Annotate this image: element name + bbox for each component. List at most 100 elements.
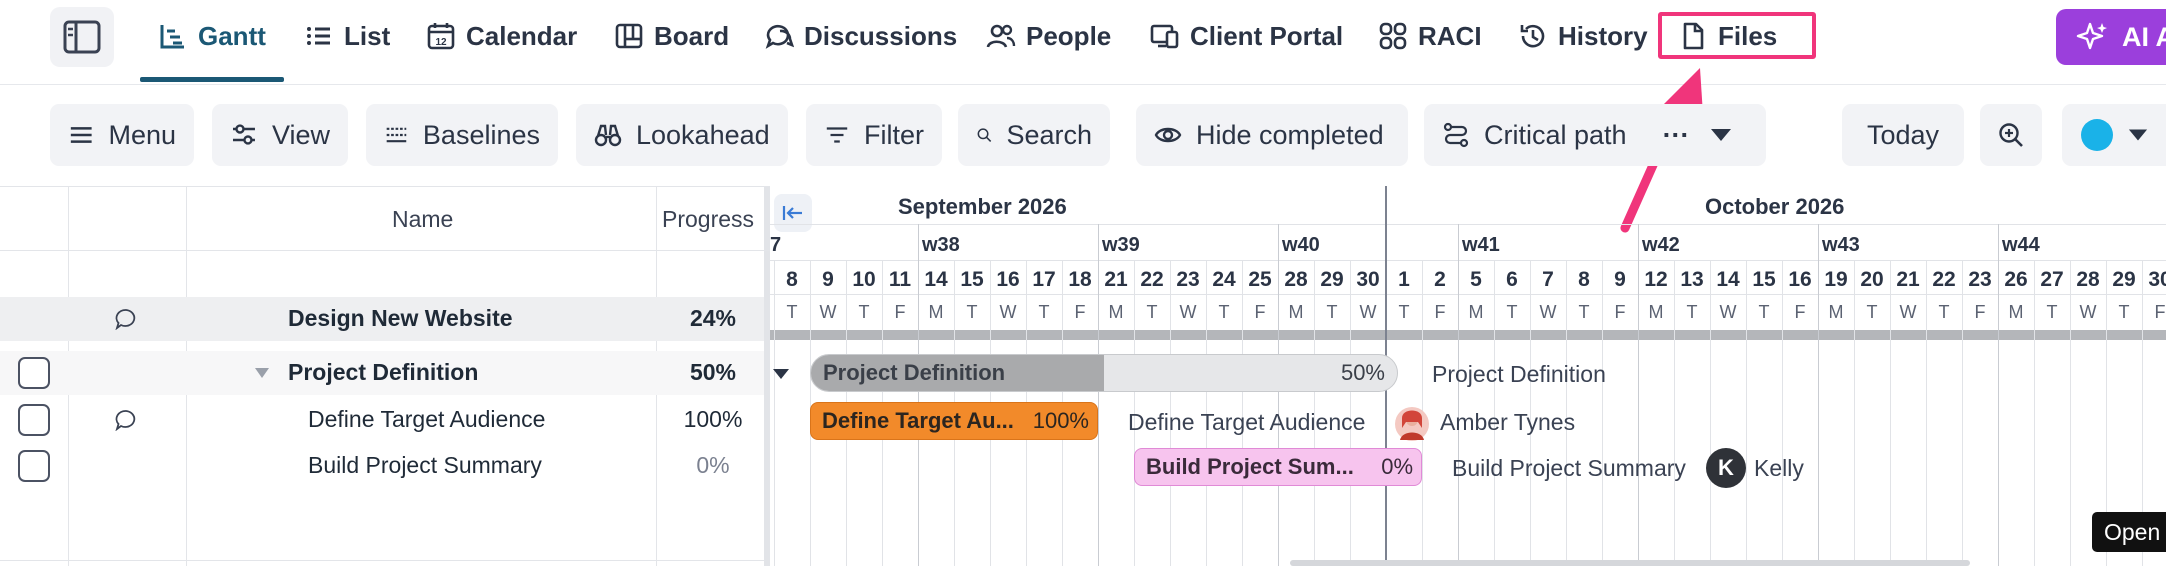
- week-label: w43: [1822, 234, 1860, 256]
- row-checkbox[interactable]: [18, 450, 50, 482]
- hamburger-icon: [70, 127, 92, 143]
- comment-icon[interactable]: [115, 409, 137, 431]
- tab-discussions-label: Discussions: [804, 20, 958, 51]
- day-letter: T: [1938, 302, 1950, 322]
- tab-board[interactable]: Board: [614, 0, 729, 72]
- bar-percent: 0%: [1381, 454, 1413, 479]
- tab-client-portal[interactable]: Client Portal: [1150, 0, 1343, 72]
- table-row[interactable]: Define Target Audience 100%: [0, 398, 764, 442]
- summary-caret-icon[interactable]: [772, 368, 790, 380]
- table-row[interactable]: Design New Website 24%: [0, 297, 764, 341]
- task-progress: 24%: [689, 305, 737, 331]
- day-number: 8: [1578, 268, 1590, 291]
- view-button[interactable]: View: [212, 104, 348, 166]
- table-row[interactable]: Project Definition 50%: [0, 351, 764, 395]
- comment-icon[interactable]: [115, 308, 137, 330]
- task-name[interactable]: Build Project Summary: [308, 452, 542, 479]
- people-icon: [986, 24, 1016, 48]
- color-picker-button[interactable]: [2062, 104, 2166, 166]
- day-number: 22: [1932, 268, 1956, 291]
- day-letter: T: [786, 302, 798, 322]
- horizontal-scrollbar[interactable]: [1290, 560, 1970, 566]
- menu-button[interactable]: Menu: [50, 104, 194, 166]
- chevron-down-icon: [2128, 129, 2148, 141]
- today-button[interactable]: Today: [1842, 104, 1964, 166]
- task-name[interactable]: Project Definition: [288, 359, 478, 386]
- day-letter: T: [2046, 302, 2058, 322]
- board-icon: [615, 23, 643, 49]
- eye-icon: [1154, 127, 1182, 143]
- sparkles-icon: [2076, 22, 2107, 50]
- day-number: 16: [1788, 268, 1812, 291]
- day-number: 30: [1356, 268, 1380, 291]
- tab-people[interactable]: People: [986, 0, 1111, 72]
- day-letter: T: [1866, 302, 1878, 322]
- sliders-icon: [232, 124, 255, 145]
- tab-gantt[interactable]: Gantt: [158, 0, 266, 72]
- day-letter: M: [1108, 302, 1124, 322]
- tab-raci[interactable]: RACI: [1378, 0, 1482, 72]
- gantt-bar-task[interactable]: Build Project Sum... 0%: [1134, 448, 1422, 486]
- bar-percent: 50%: [1340, 360, 1385, 385]
- day-number: 25: [1248, 268, 1272, 291]
- row-checkbox[interactable]: [18, 357, 50, 389]
- task-name[interactable]: Design New Website: [288, 305, 513, 332]
- day-number: 2: [1434, 268, 1446, 291]
- column-header-name[interactable]: Name: [392, 206, 453, 233]
- day-number: 21: [1104, 268, 1128, 291]
- more-options-label[interactable]: ···: [1663, 120, 1690, 151]
- collapse-caret-icon[interactable]: [254, 367, 270, 379]
- day-number: 30: [2148, 268, 2166, 291]
- client-portal-icon: [1150, 24, 1179, 49]
- avatar[interactable]: [1394, 406, 1430, 442]
- day-number: 13: [1680, 268, 1704, 291]
- summary-band: [770, 330, 2166, 340]
- week-label: w44: [2002, 234, 2040, 256]
- ai-assistant-button[interactable]: AI A: [2056, 9, 2166, 65]
- grid-line: [1602, 260, 1603, 566]
- tab-list-label: List: [344, 20, 391, 51]
- files-tab-highlight: [1658, 12, 1816, 59]
- filter-button[interactable]: Filter: [806, 104, 942, 166]
- history-icon: [1520, 24, 1545, 48]
- tab-list[interactable]: List: [304, 0, 390, 72]
- day-letter: M: [1648, 302, 1664, 322]
- baselines-button[interactable]: Baselines: [366, 104, 558, 166]
- critical-path-button[interactable]: Critical path ···: [1424, 104, 1766, 166]
- sidebar-toggle-button[interactable]: [50, 7, 114, 67]
- day-letter: W: [2079, 302, 2097, 322]
- discussions-icon: [765, 24, 794, 49]
- lookahead-button[interactable]: Lookahead: [576, 104, 788, 166]
- tab-gantt-label: Gantt: [198, 20, 266, 51]
- gantt-bar-task[interactable]: Define Target Au... 100%: [810, 402, 1098, 440]
- day-number: 27: [2040, 268, 2064, 291]
- tab-discussions[interactable]: Discussions: [764, 0, 957, 72]
- gantt-bar-summary[interactable]: Project Definition 50%: [810, 354, 1398, 392]
- tab-raci-label: RACI: [1418, 20, 1482, 51]
- day-number: 7: [1542, 268, 1554, 291]
- grid-line: [774, 260, 775, 566]
- grid-line: [1782, 260, 1783, 566]
- hide-completed-button[interactable]: Hide completed: [1136, 104, 1408, 166]
- search-button[interactable]: Search: [958, 104, 1110, 166]
- task-name[interactable]: Define Target Audience: [308, 406, 545, 433]
- day-letter: T: [1146, 302, 1158, 322]
- table-row[interactable]: Build Project Summary 0%: [0, 444, 764, 488]
- week-label: w42: [1642, 234, 1680, 256]
- avatar[interactable]: K: [1706, 448, 1746, 488]
- baselines-icon: [386, 127, 407, 143]
- week-label: w41: [1462, 234, 1500, 256]
- day-letter: T: [1398, 302, 1410, 322]
- zoom-in-button[interactable]: [1980, 104, 2042, 166]
- list-icon: [307, 27, 330, 45]
- tab-calendar[interactable]: 12 Calendar: [426, 0, 577, 72]
- collapse-grid-button[interactable]: [774, 194, 812, 232]
- chevron-down-icon[interactable]: [1710, 128, 1732, 142]
- column-header-progress[interactable]: Progress: [662, 206, 754, 233]
- day-number: 9: [1614, 268, 1626, 291]
- day-number: 15: [960, 268, 984, 291]
- day-number: 12: [1644, 268, 1668, 291]
- day-letter: F: [894, 302, 906, 322]
- row-checkbox[interactable]: [18, 404, 50, 436]
- day-number: 29: [1320, 268, 1344, 291]
